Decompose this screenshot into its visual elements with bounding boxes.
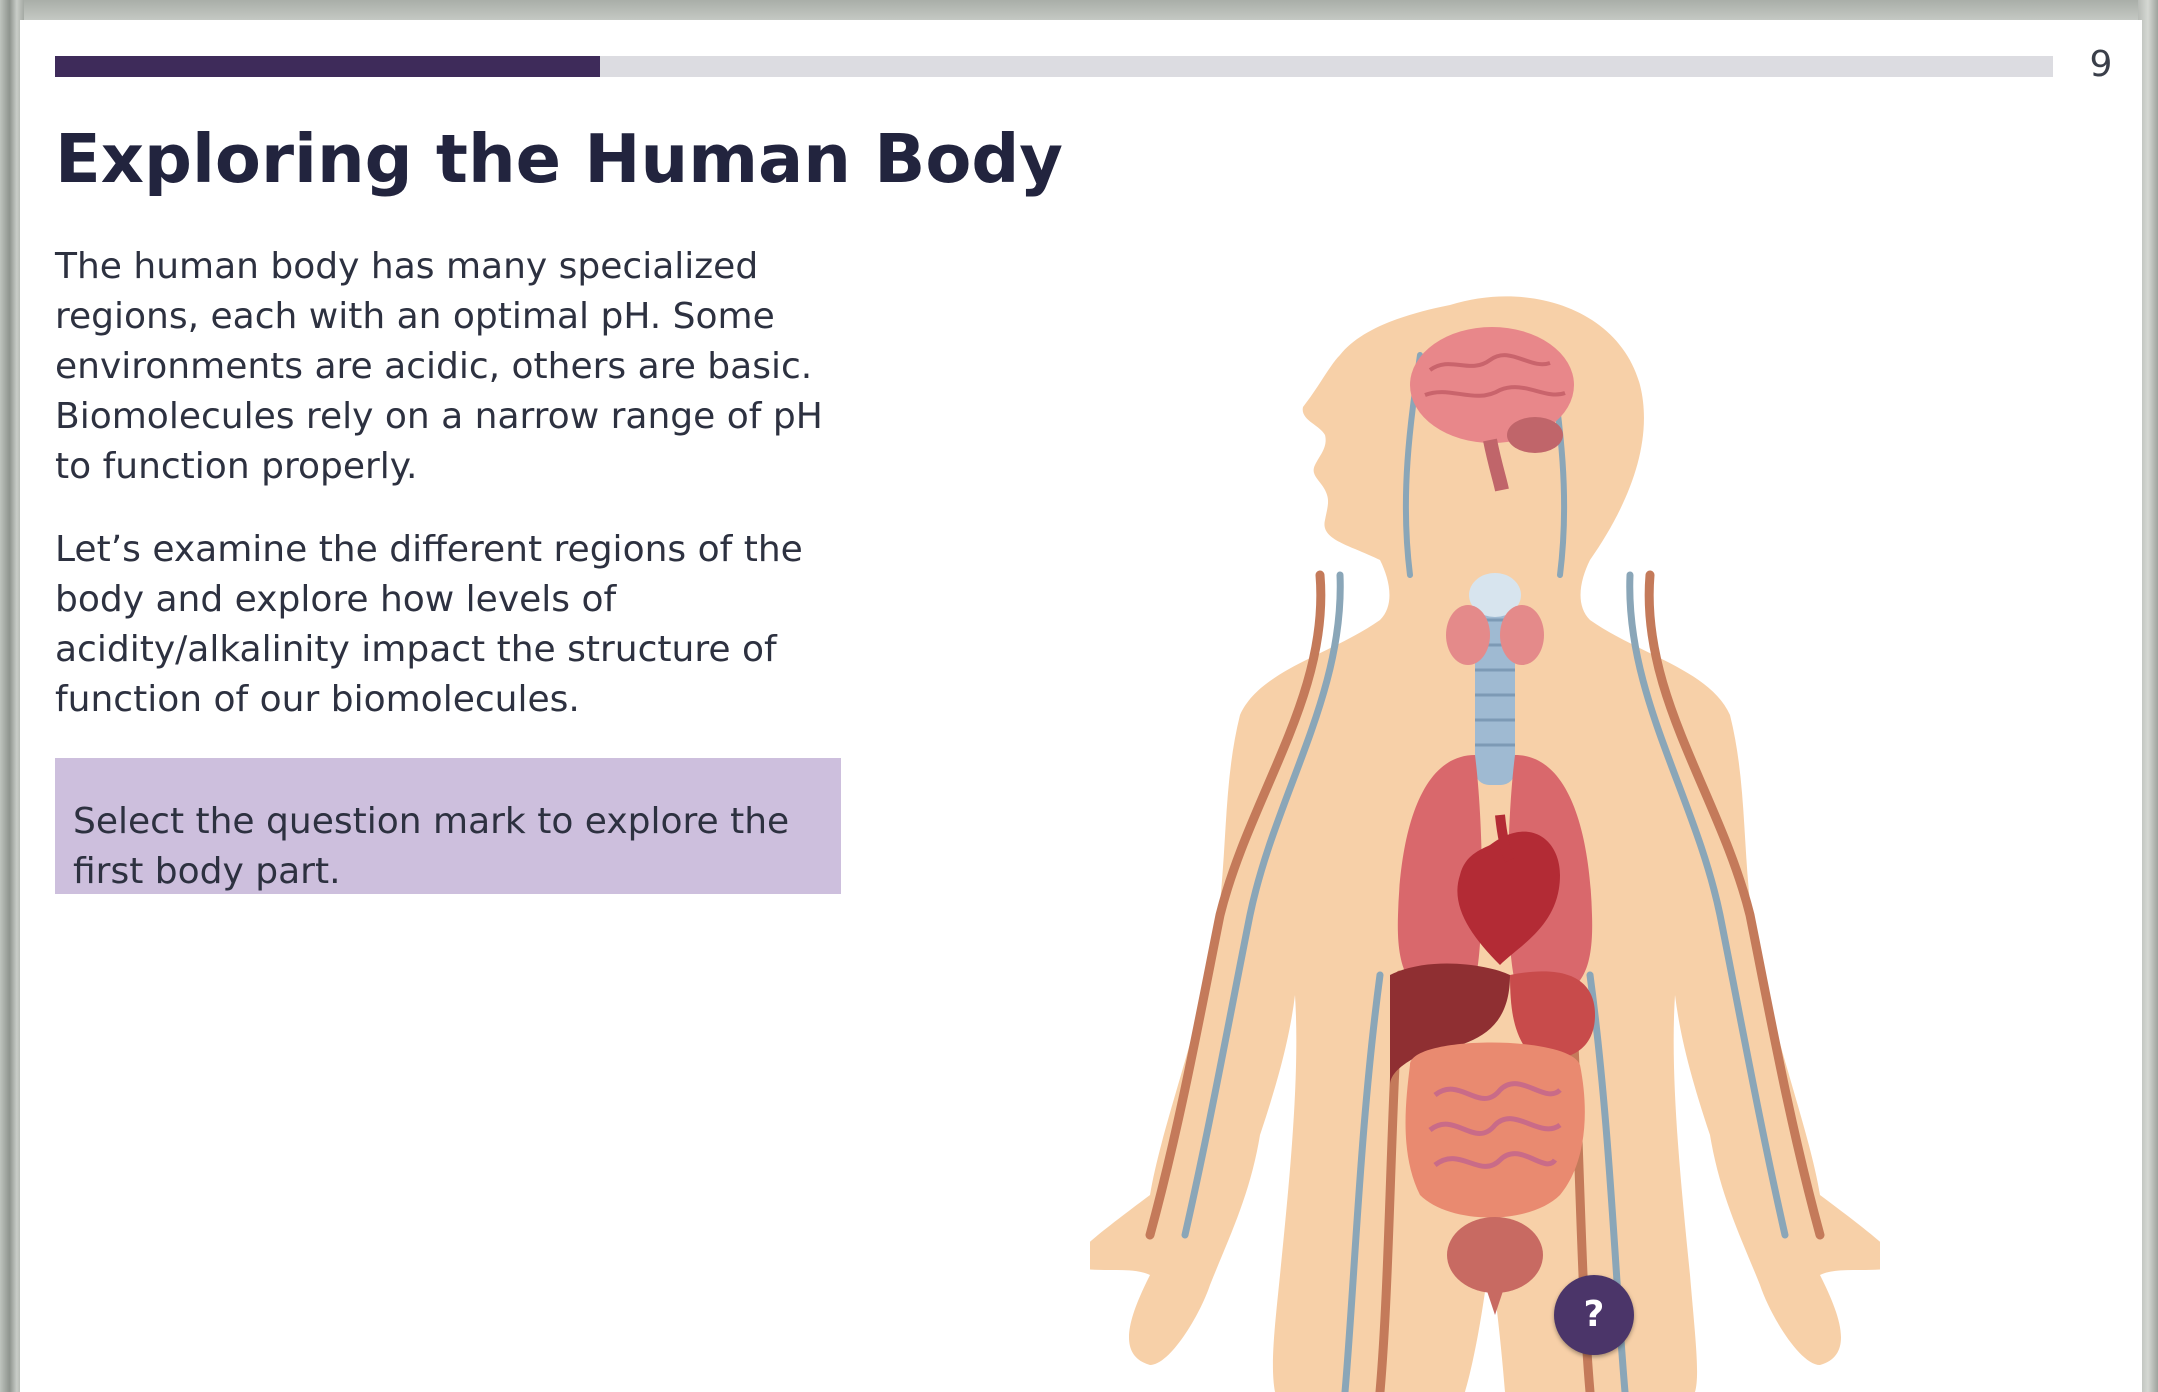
human-body-illustration bbox=[1090, 296, 1880, 1392]
background-photo-top bbox=[0, 0, 2158, 22]
progress-bar-fill bbox=[55, 56, 601, 77]
intestines-icon bbox=[1405, 1042, 1585, 1218]
explore-paragraph: Let’s examine the different regions of t… bbox=[55, 529, 803, 720]
intro-paragraph: The human body has many specialized regi… bbox=[55, 246, 823, 487]
question-mark-hotspot[interactable]: ? bbox=[1554, 1275, 1634, 1355]
slide-panel: 9 Exploring the Human Body The human bod… bbox=[20, 20, 2142, 1392]
page-number: 9 bbox=[2089, 44, 2113, 85]
instruction-callout: Select the question mark to explore the … bbox=[55, 758, 841, 894]
progress-bar bbox=[55, 56, 2053, 77]
page-title: Exploring the Human Body bbox=[55, 120, 1063, 198]
